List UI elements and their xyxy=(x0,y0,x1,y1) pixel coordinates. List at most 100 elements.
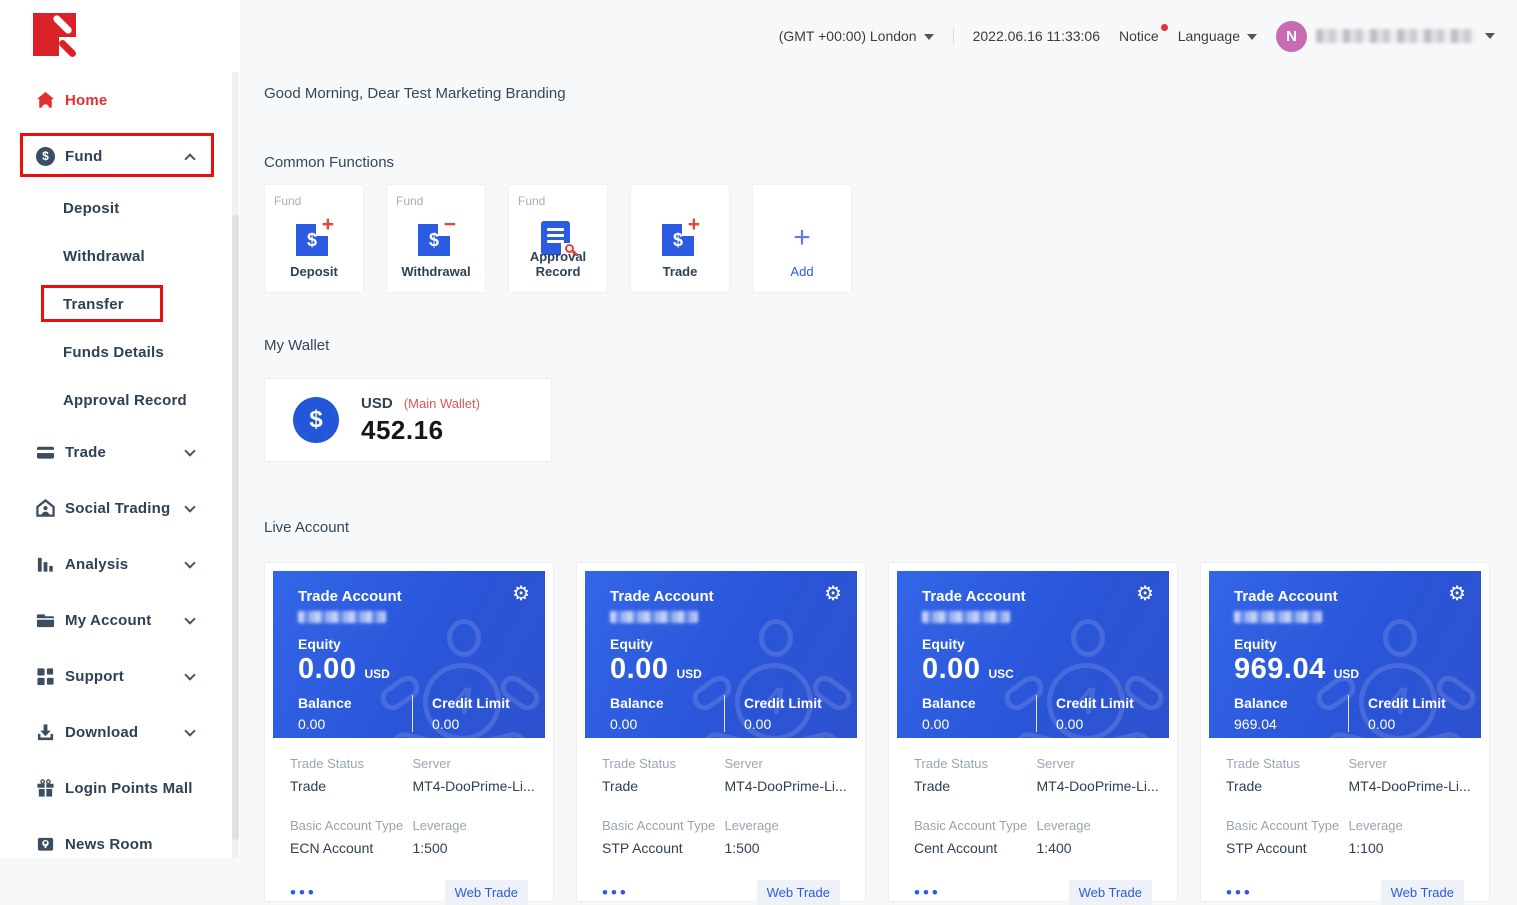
gift-icon xyxy=(36,779,55,798)
avatar[interactable]: N xyxy=(1276,21,1307,52)
trade-account-card: Trade Account ⚙ Equity 969.04 USD Balanc… xyxy=(1200,562,1490,902)
leverage-value: 1:500 xyxy=(725,840,848,856)
wallet-currency: USD xyxy=(361,395,393,412)
function-card-withdrawal[interactable]: Fund $− Withdrawal xyxy=(386,184,486,293)
function-card-label: Trade xyxy=(631,264,729,279)
balance-value: 0.00 xyxy=(610,716,724,732)
chevron-down-icon[interactable] xyxy=(184,445,195,456)
fund-dollar-icon: $ xyxy=(36,147,55,166)
news-room-icon xyxy=(36,835,55,854)
chevron-down-icon[interactable] xyxy=(184,669,195,680)
sidebar-item-label: Withdrawal xyxy=(63,248,145,265)
notice-badge-dot xyxy=(1161,24,1168,31)
balance-value: 969.04 xyxy=(1234,716,1348,732)
equity-currency: USD xyxy=(1334,667,1359,681)
balance-value: 0.00 xyxy=(922,716,1036,732)
web-trade-button[interactable]: Web Trade xyxy=(1381,880,1464,905)
chevron-down-icon[interactable] xyxy=(184,557,195,568)
sidebar-item-label: Login Points Mall xyxy=(65,780,193,797)
more-options-button[interactable]: ••• xyxy=(914,883,941,903)
sidebar-item-analysis[interactable]: Analysis xyxy=(0,536,240,592)
doo-prime-logo[interactable] xyxy=(33,13,76,56)
download-icon xyxy=(36,723,55,742)
notice-label: Notice xyxy=(1119,28,1159,44)
account-card-details: Trade Status Trade Server MT4-DooPrime-L… xyxy=(273,738,545,905)
account-number-redacted xyxy=(610,611,698,623)
chevron-down-icon[interactable] xyxy=(184,725,195,736)
timezone-selector[interactable]: (GMT +00:00) London xyxy=(779,28,934,44)
leverage-value: 1:500 xyxy=(413,840,536,856)
chevron-down-icon[interactable] xyxy=(184,501,195,512)
server-value: MT4-DooPrime-Li... xyxy=(1349,778,1472,794)
language-label: Language xyxy=(1178,28,1240,44)
account-type-label: Basic Account Type xyxy=(290,818,413,833)
gear-icon[interactable]: ⚙ xyxy=(512,584,530,604)
sidebar-item-label: Home xyxy=(65,92,107,109)
wallet-card[interactable]: $ USD (Main Wallet) 452.16 xyxy=(264,378,552,462)
equity-currency: USD xyxy=(676,667,701,681)
more-options-button[interactable]: ••• xyxy=(602,883,629,903)
folder-icon xyxy=(36,611,55,630)
sidebar-item-withdrawal[interactable]: Withdrawal xyxy=(0,232,240,280)
sidebar-item-fund[interactable]: $ Fund xyxy=(0,128,240,184)
server-label: Server xyxy=(1349,756,1472,771)
sidebar-item-download[interactable]: Download xyxy=(0,704,240,760)
sidebar-item-funds-details[interactable]: Funds Details xyxy=(0,328,240,376)
chevron-up-icon[interactable] xyxy=(184,153,195,164)
sidebar-scrollbar-thumb[interactable] xyxy=(232,215,239,840)
account-card-header: Trade Account ⚙ Equity 0.00 USD Balance … xyxy=(585,571,857,738)
function-card-label: Deposit xyxy=(265,264,363,279)
logo-white-slash xyxy=(52,14,73,35)
sidebar-item-news-room[interactable]: News Room xyxy=(0,816,240,872)
main-content: Good Morning, Dear Test Marketing Brandi… xyxy=(240,72,1517,858)
function-card-trade[interactable]: $+ Trade xyxy=(630,184,730,293)
gear-icon[interactable]: ⚙ xyxy=(824,584,842,604)
chevron-down-icon[interactable] xyxy=(184,613,195,624)
equity-label: Equity xyxy=(1234,636,1465,652)
sidebar-item-transfer[interactable]: Transfer xyxy=(0,280,240,328)
sidebar-item-label: Social Trading xyxy=(65,500,170,517)
caret-down-icon xyxy=(924,34,934,40)
sidebar: Home $ Fund Deposit Withdrawal Transfer … xyxy=(0,0,240,858)
sidebar-item-deposit[interactable]: Deposit xyxy=(0,184,240,232)
gear-icon[interactable]: ⚙ xyxy=(1136,584,1154,604)
sidebar-item-my-account[interactable]: My Account xyxy=(0,592,240,648)
account-type-value: ECN Account xyxy=(290,840,413,856)
sidebar-item-social-trading[interactable]: Social Trading xyxy=(0,480,240,536)
live-account-row: Trade Account ⚙ Equity 0.00 USD Balance … xyxy=(264,562,1517,902)
function-card-add[interactable]: + Add xyxy=(752,184,852,293)
leverage-label: Leverage xyxy=(413,818,536,833)
credit-limit-value: 0.00 xyxy=(744,716,822,732)
web-trade-button[interactable]: Web Trade xyxy=(757,880,840,905)
credit-limit-label: Credit Limit xyxy=(1368,695,1446,711)
sidebar-item-label: Analysis xyxy=(65,556,128,573)
user-menu[interactable]: N xyxy=(1276,21,1495,52)
more-options-button[interactable]: ••• xyxy=(290,883,317,903)
server-label: Server xyxy=(413,756,536,771)
sidebar-item-label: Trade xyxy=(65,444,106,461)
gear-icon[interactable]: ⚙ xyxy=(1448,584,1466,604)
more-options-button[interactable]: ••• xyxy=(1226,883,1253,903)
topbar: (GMT +00:00) London 2022.06.16 11:33:06 … xyxy=(240,0,1517,72)
sidebar-item-approval-record[interactable]: Approval Record xyxy=(0,376,240,424)
account-number-redacted xyxy=(298,611,386,623)
wallet-balance: 452.16 xyxy=(361,415,480,446)
credit-limit-value: 0.00 xyxy=(1056,716,1134,732)
sidebar-item-home[interactable]: Home xyxy=(0,72,240,128)
function-card-label: Add xyxy=(753,264,851,279)
function-card-deposit[interactable]: Fund $+ Deposit xyxy=(264,184,364,293)
sidebar-item-login-points-mall[interactable]: Login Points Mall xyxy=(0,760,240,816)
server-value: MT4-DooPrime-Li... xyxy=(1037,778,1160,794)
sidebar-item-support[interactable]: Support xyxy=(0,648,240,704)
notice-link[interactable]: Notice xyxy=(1119,28,1159,44)
sidebar-item-trade[interactable]: Trade xyxy=(0,424,240,480)
trade-account-card: Trade Account ⚙ Equity 0.00 USC Balance … xyxy=(888,562,1178,902)
credit-limit-value: 0.00 xyxy=(432,716,510,732)
function-card-approval-record[interactable]: Fund Approval Record xyxy=(508,184,608,293)
trade-status-label: Trade Status xyxy=(602,756,725,771)
web-trade-button[interactable]: Web Trade xyxy=(445,880,528,905)
language-selector[interactable]: Language xyxy=(1178,28,1257,44)
sidebar-item-label: Transfer xyxy=(63,296,124,313)
leverage-label: Leverage xyxy=(1349,818,1472,833)
web-trade-button[interactable]: Web Trade xyxy=(1069,880,1152,905)
